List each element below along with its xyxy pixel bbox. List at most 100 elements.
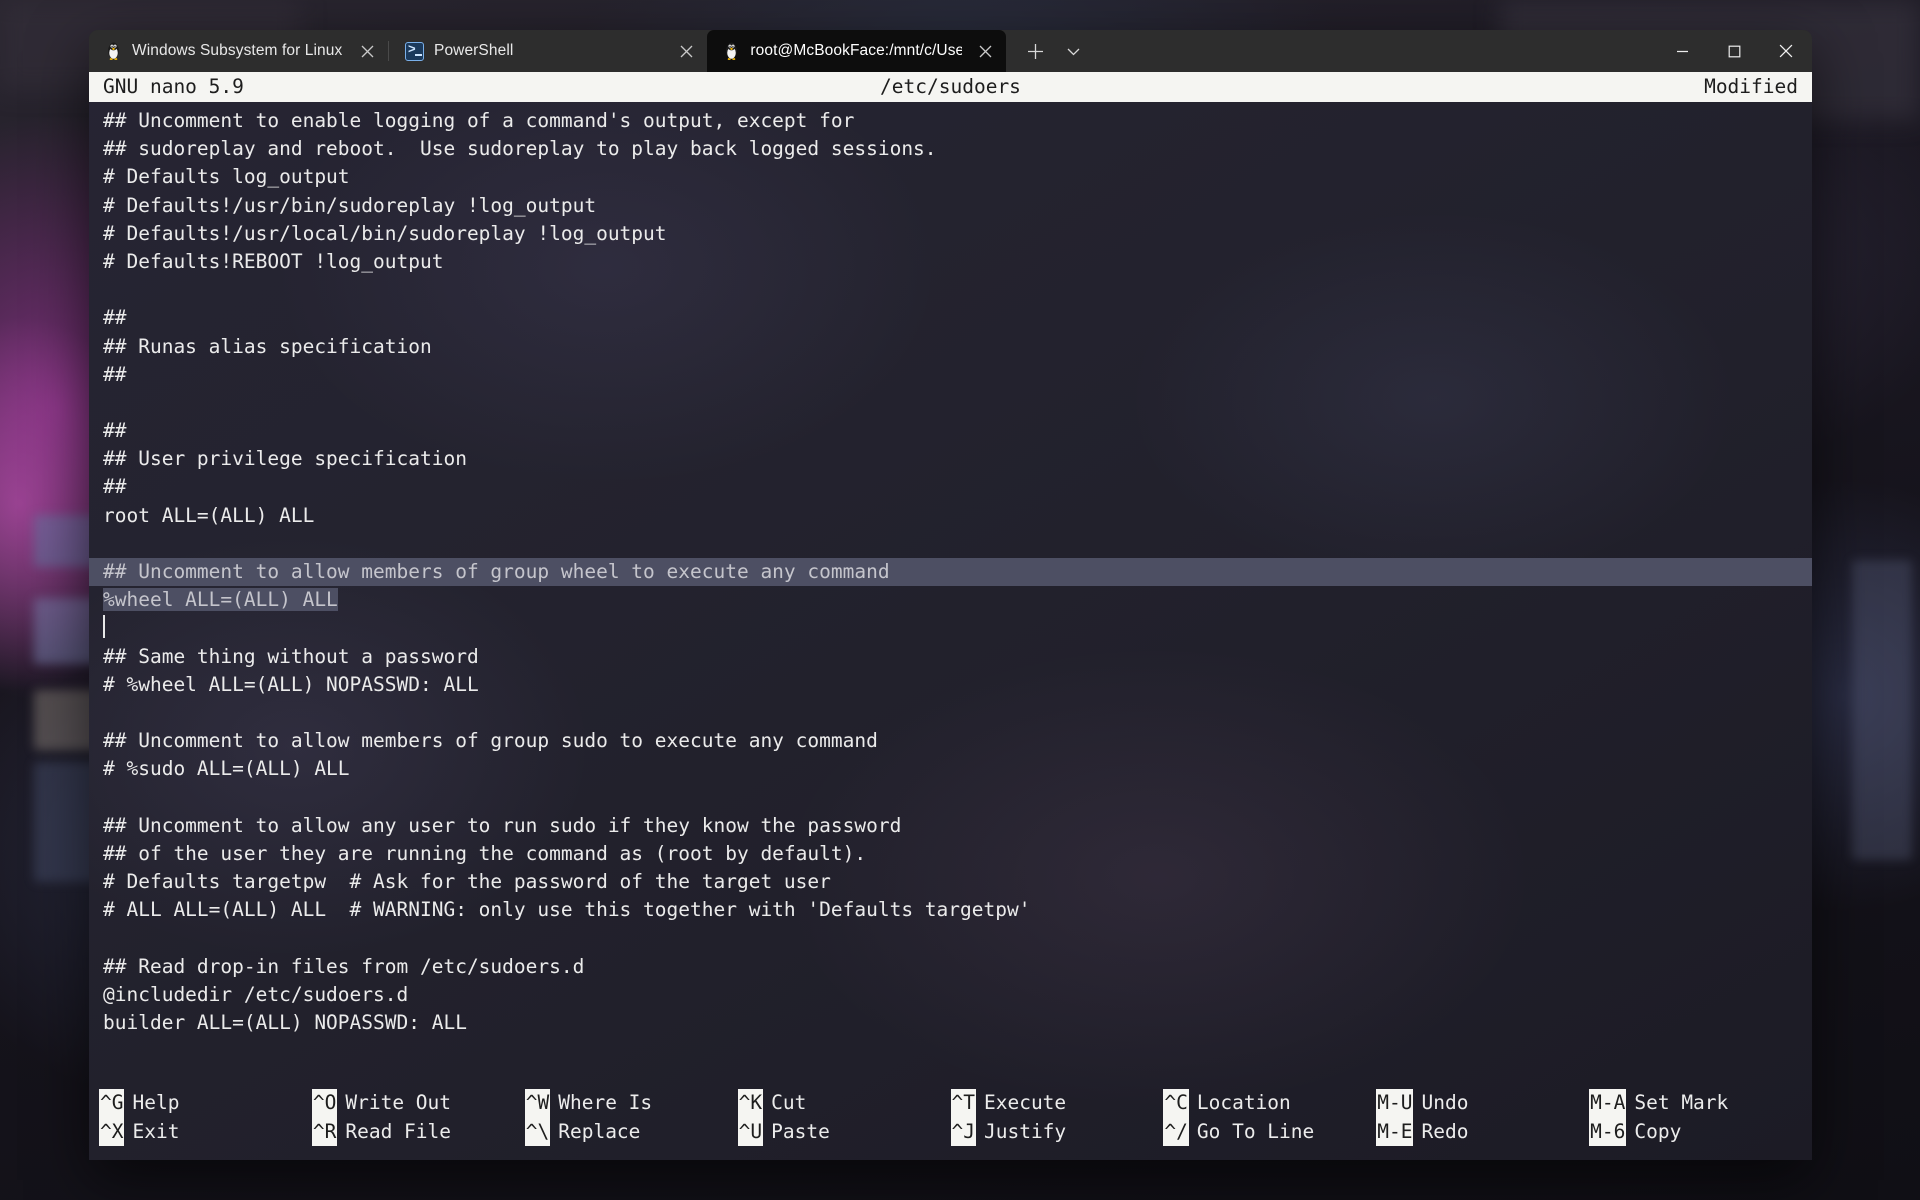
shortcut-label: Where Is bbox=[558, 1091, 653, 1114]
help-shortcut-read-file[interactable]: ^R Read File bbox=[311, 1117, 525, 1146]
nano-line: # %wheel ALL=(ALL) NOPASSWD: ALL bbox=[103, 672, 479, 696]
tab-root-mcbookface[interactable]: root@McBookFace:/mnt/c/User bbox=[707, 30, 1007, 72]
close-icon[interactable] bbox=[673, 38, 699, 64]
help-shortcut-copy[interactable]: M-6 Copy bbox=[1589, 1117, 1802, 1146]
nano-line: %wheel ALL=(ALL) ALL bbox=[103, 586, 1812, 614]
shortcut-key: ^/ bbox=[1163, 1117, 1189, 1146]
help-column: ^C Location ^/ Go To Line bbox=[1163, 1089, 1376, 1146]
help-column: ^O Write Out ^R Read File bbox=[311, 1089, 525, 1146]
shortcut-label: Read File bbox=[345, 1119, 452, 1143]
shortcut-key: ^T bbox=[950, 1089, 976, 1118]
nano-line: ## of the user they are running the comm… bbox=[103, 841, 867, 865]
nano-line bbox=[103, 389, 1812, 417]
nano-line bbox=[103, 276, 1812, 304]
nano-line: # Defaults!/usr/local/bin/sudoreplay !lo… bbox=[103, 221, 667, 245]
shortcut-key: ^G bbox=[99, 1089, 125, 1118]
tab-powershell[interactable]: PowerShell bbox=[389, 30, 707, 72]
nano-line: # ALL ALL=(ALL) ALL # WARNING: only use … bbox=[103, 898, 1031, 922]
shortcut-label: Copy bbox=[1634, 1119, 1682, 1143]
shortcut-key: ^O bbox=[311, 1089, 338, 1118]
help-column: ^T Execute ^J Justify bbox=[950, 1089, 1164, 1146]
shortcut-label: Paste bbox=[771, 1119, 830, 1143]
help-shortcut-paste[interactable]: ^U Paste bbox=[737, 1117, 951, 1146]
close-window-button[interactable] bbox=[1760, 30, 1812, 72]
shortcut-key: ^J bbox=[950, 1117, 976, 1146]
nano-filename-label: /etc/sudoers bbox=[880, 75, 1021, 98]
tux-icon bbox=[726, 42, 738, 60]
powershell-icon bbox=[405, 41, 424, 61]
shortcut-key: ^X bbox=[99, 1117, 125, 1146]
nano-line: # %sudo ALL=(ALL) ALL bbox=[103, 757, 350, 781]
nano-line: ## Uncomment to allow any user to run su… bbox=[103, 813, 902, 837]
shortcut-key: M-U bbox=[1376, 1089, 1414, 1118]
help-shortcut-cut[interactable]: ^K Cut bbox=[737, 1089, 951, 1118]
nano-text-area[interactable]: ## Uncomment to enable logging of a comm… bbox=[89, 102, 1812, 1081]
wallpaper-shape bbox=[1852, 560, 1912, 860]
nano-line bbox=[103, 784, 1812, 812]
nano-title-bar: GNU nano 5.9 /etc/sudoers Modified bbox=[89, 72, 1812, 102]
shortcut-label: Replace bbox=[558, 1119, 641, 1143]
help-shortcut-execute[interactable]: ^T Execute bbox=[950, 1089, 1164, 1118]
shortcut-label: Help bbox=[132, 1091, 180, 1114]
nano-line: builder ALL=(ALL) NOPASSWD: ALL bbox=[103, 1011, 467, 1034]
help-shortcut-write-out[interactable]: ^O Write Out bbox=[311, 1089, 525, 1118]
nano-line: ## User privilege specification bbox=[103, 447, 467, 471]
tab-wsl-preview[interactable]: Windows Subsystem for Linux P bbox=[89, 30, 388, 72]
nano-line: ## sudoreplay and reboot. Use sudoreplay… bbox=[103, 137, 937, 161]
maximize-button[interactable] bbox=[1708, 30, 1760, 72]
nano-line: ## Same thing without a password bbox=[103, 644, 479, 668]
help-column: ^K Cut ^U Paste bbox=[737, 1089, 951, 1146]
help-column: ^G Help ^X Exit bbox=[99, 1089, 312, 1146]
terminal-window: Windows Subsystem for Linux P PowerShell bbox=[89, 30, 1812, 1160]
shortcut-key: M-A bbox=[1589, 1089, 1627, 1118]
nano-editor: GNU nano 5.9 /etc/sudoers Modified ## Un… bbox=[89, 72, 1812, 1160]
close-icon[interactable] bbox=[972, 38, 998, 64]
close-icon[interactable] bbox=[354, 38, 380, 64]
tab-title: PowerShell bbox=[434, 42, 514, 59]
shortcut-label: Write Out bbox=[345, 1091, 452, 1114]
help-shortcut-go-to-line[interactable]: ^/ Go To Line bbox=[1163, 1117, 1376, 1146]
help-shortcut-replace[interactable]: ^\ Replace bbox=[524, 1117, 738, 1146]
help-column: M-U Undo M-E Redo bbox=[1376, 1089, 1589, 1146]
help-shortcut-location[interactable]: ^C Location bbox=[1163, 1089, 1376, 1118]
nano-line: ## bbox=[103, 306, 127, 330]
window-controls bbox=[1656, 30, 1812, 72]
nano-line: ## Uncomment to enable logging of a comm… bbox=[103, 109, 855, 132]
tab-bar: Windows Subsystem for Linux P PowerShell bbox=[89, 30, 1812, 72]
help-shortcut-justify[interactable]: ^J Justify bbox=[950, 1117, 1164, 1146]
nano-line: ## bbox=[103, 419, 127, 443]
tux-icon bbox=[108, 42, 119, 60]
nano-line: root ALL=(ALL) ALL bbox=[103, 503, 315, 527]
plus-icon[interactable] bbox=[1018, 34, 1052, 68]
nano-line: # Defaults!/usr/bin/sudoreplay !log_outp… bbox=[103, 193, 597, 217]
chevron-down-icon[interactable] bbox=[1056, 34, 1090, 68]
nano-help-bar: ^G Help ^X Exit ^O Write Out ^R Read File ^W Wher… bbox=[89, 1081, 1812, 1160]
help-shortcut-where-is[interactable]: ^W Where Is bbox=[524, 1089, 738, 1118]
nano-line: # Defaults log_output bbox=[103, 165, 350, 189]
shortcut-label: Cut bbox=[771, 1091, 807, 1114]
tab-title: Windows Subsystem for Linux P bbox=[132, 42, 344, 59]
shortcut-label: Redo bbox=[1421, 1119, 1469, 1143]
minimize-button[interactable] bbox=[1656, 30, 1708, 72]
shortcut-key: ^U bbox=[737, 1117, 764, 1146]
help-shortcut-undo[interactable]: M-U Undo bbox=[1376, 1089, 1589, 1118]
shortcut-label: Undo bbox=[1421, 1091, 1469, 1114]
nano-line bbox=[103, 924, 1812, 952]
shortcut-key: ^R bbox=[311, 1117, 338, 1146]
nano-line bbox=[103, 614, 1812, 642]
nano-line: # Defaults!REBOOT !log_output bbox=[103, 249, 444, 273]
nano-line bbox=[103, 530, 1812, 558]
help-shortcut-redo[interactable]: M-E Redo bbox=[1376, 1117, 1589, 1146]
nano-line: ## bbox=[103, 362, 127, 386]
help-column: ^W Where Is ^\ Replace bbox=[524, 1089, 738, 1146]
shortcut-label: Set Mark bbox=[1634, 1091, 1729, 1114]
shortcut-key: ^K bbox=[737, 1089, 764, 1118]
tab-title: root@McBookFace:/mnt/c/User bbox=[750, 42, 963, 59]
help-shortcut-help[interactable]: ^G Help bbox=[99, 1089, 312, 1118]
nano-line bbox=[103, 699, 1812, 727]
nano-line: ## Runas alias specification bbox=[103, 334, 432, 358]
help-shortcut-exit[interactable]: ^X Exit bbox=[99, 1117, 312, 1146]
shortcut-key: ^W bbox=[524, 1089, 551, 1118]
help-shortcut-set-mark[interactable]: M-A Set Mark bbox=[1589, 1089, 1802, 1118]
shortcut-key: M-6 bbox=[1589, 1117, 1627, 1146]
